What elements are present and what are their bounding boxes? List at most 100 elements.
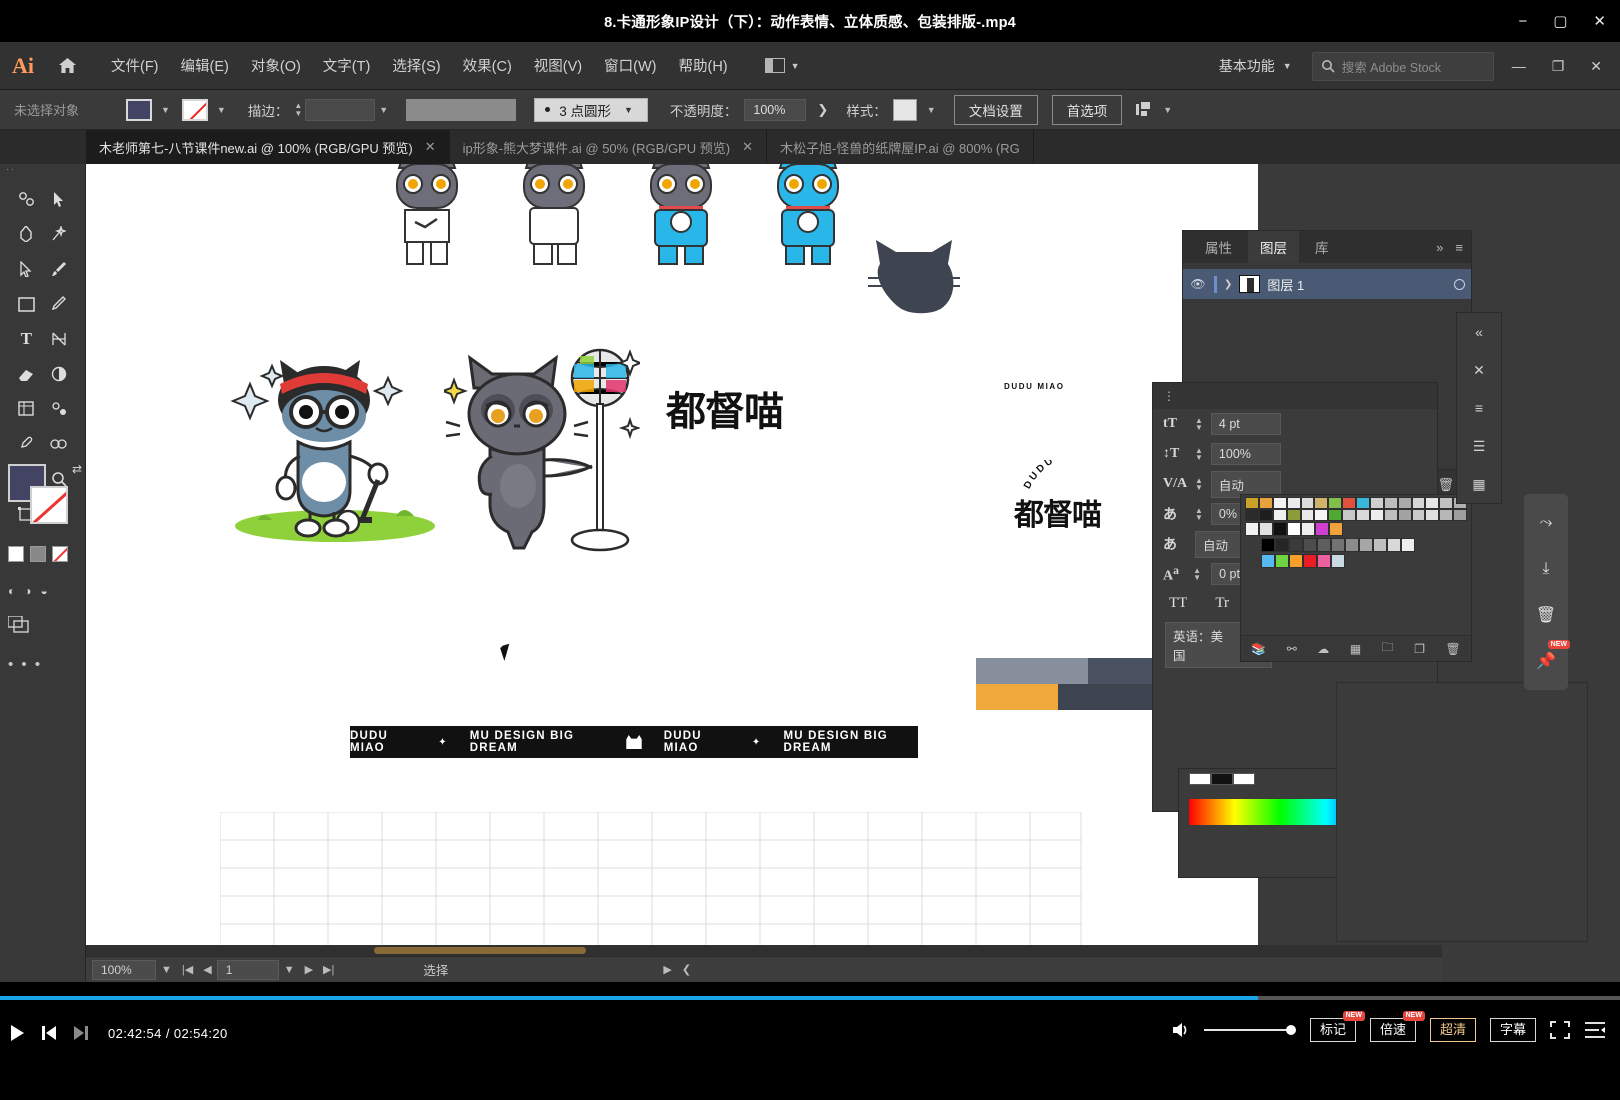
stroke-indicator[interactable] [30,486,68,524]
graphic-style-group[interactable]: 样式： ▼ [846,99,939,121]
swatch[interactable] [1259,522,1273,536]
duplicate-swatch-icon[interactable]: ❐ [1414,642,1425,656]
rectangle-tool[interactable] [10,291,43,317]
panel-grip[interactable]: ·· [0,164,85,180]
chevron-down-icon[interactable]: ▼ [923,105,940,115]
secondary-panel-stub[interactable] [1336,682,1588,942]
panel-menu-icon[interactable]: ≡ [1457,389,1501,427]
disco-ball-pole[interactable] [560,346,640,556]
speed-button[interactable]: 倍速 NEW [1370,1018,1416,1042]
swatch[interactable] [1273,522,1287,536]
new-color-group-icon[interactable]: ▦ [1350,642,1361,656]
leading-stepper[interactable]: ▲▼ [1195,417,1203,431]
status-expand-icon[interactable]: ▶ [658,963,676,976]
swatch[interactable] [1439,509,1453,521]
draw-inside-icon[interactable]: ◒ [41,584,48,598]
leading-field[interactable]: 4 pt [1211,413,1281,435]
stroke-swatch-group[interactable]: ▼ [182,99,230,121]
vertical-scale-stepper[interactable]: ▲▼ [1195,447,1203,461]
download-icon[interactable]: ⤓ [1524,546,1568,592]
cat-figure-nike[interactable] [381,164,473,274]
app-restore-button[interactable]: ❐ [1544,58,1573,75]
artboard[interactable]: 都督喵 DUDU MIAO DUDU MIAO ✦ 都督喵 [86,164,1258,974]
swatch[interactable] [1370,497,1384,509]
scrollbar-thumb[interactable] [374,947,586,954]
eye-icon[interactable]: 👁 [1189,277,1207,291]
align-dropdown[interactable]: ▼ [1136,102,1176,117]
mark-button[interactable]: 标记 NEW [1310,1018,1356,1042]
swatch[interactable] [1287,509,1301,521]
swatch[interactable] [1259,497,1273,509]
status-collapse-icon[interactable]: ❮ [677,963,696,976]
swatch[interactable] [1275,554,1289,568]
black-swatch[interactable] [1211,773,1233,785]
menu-view[interactable]: 视图(V) [525,50,591,81]
menu-select[interactable]: 选择(S) [383,50,449,81]
swatch[interactable] [1342,509,1356,521]
app-minimize-button[interactable]: — [1504,58,1534,74]
home-icon[interactable] [46,57,88,74]
swatch[interactable] [1315,522,1329,536]
tab-properties[interactable]: 属性 [1193,231,1244,263]
document-tab-2[interactable]: ip形象-熊大梦课件.ai @ 50% (RGB/GPU 预览) ✕ [450,130,767,164]
swatch[interactable] [1356,497,1370,509]
layer-name[interactable]: 图层 1 [1267,275,1447,294]
magic-wand-tool[interactable] [10,186,43,212]
chevron-down-icon[interactable]: ▼ [157,105,174,115]
shape-builder-tool[interactable] [10,396,43,422]
share-icon[interactable]: ⤳ [1524,500,1568,546]
swatch[interactable] [1370,509,1384,521]
logo-text-main[interactable]: 都督喵 [666,392,783,432]
menu-object[interactable]: 对象(O) [242,50,310,81]
chevron-down-icon[interactable]: ▼ [156,964,177,976]
fill-swatch-group[interactable]: ▼ [126,99,174,121]
swatch[interactable] [1301,522,1315,536]
draw-normal-icon[interactable]: ◐ [8,584,15,598]
tracking-stepper[interactable]: ▲▼ [1195,477,1203,491]
playlist-icon[interactable] [1584,1021,1606,1039]
color-group-icon[interactable]: ☁ [1317,642,1329,656]
swatch[interactable] [1401,538,1415,552]
close-icon[interactable]: ✕ [1593,14,1606,29]
style-swatch[interactable] [893,99,917,121]
close-icon[interactable]: ✕ [425,139,436,155]
swatch[interactable] [1398,509,1412,521]
swatch[interactable] [1384,497,1398,509]
cat-figure-white[interactable] [508,164,600,274]
swatch[interactable] [1289,554,1303,568]
panel-dock-strip[interactable]: « ✕ ≡ ☰ ▦ [1456,312,1502,504]
selection-tool[interactable] [43,186,76,212]
swatch[interactable] [1301,509,1315,521]
progress-bar[interactable] [0,996,1620,1000]
dudu-miao-label[interactable]: DUDU MIAO [1004,382,1065,391]
swatch[interactable] [1245,509,1259,521]
maximize-icon[interactable]: ▢ [1553,14,1567,29]
cat-sprite-row[interactable] [381,164,854,274]
swatch[interactable] [1287,497,1301,509]
swatch[interactable] [1329,522,1343,536]
arrange-documents-button[interactable]: ▼ [765,58,800,73]
type-tool[interactable]: T [10,326,43,352]
vertical-scale-field[interactable]: 100% [1211,443,1281,465]
paintbrush-tool[interactable] [43,256,76,282]
swatch[interactable] [1356,509,1370,521]
panel-collapse-icon[interactable]: « [1457,313,1501,351]
swatch[interactable] [1328,509,1342,521]
chevron-right-icon[interactable]: ❯ [813,102,828,118]
target-indicator-icon[interactable] [1454,279,1465,290]
swatch[interactable] [1259,509,1273,521]
stroke-weight-stepper[interactable]: ▲▼ [294,102,302,117]
zoom-level-field[interactable]: 100% [92,960,156,980]
volume-slider[interactable] [1204,1025,1296,1035]
close-icon[interactable]: ✕ [742,139,753,155]
menu-help[interactable]: 帮助(H) [669,50,736,81]
new-swatch-icon[interactable]: 🗀 [1382,638,1394,659]
stroke-weight-field[interactable] [305,99,375,121]
chevron-down-icon[interactable]: ▼ [375,105,392,115]
chevron-down-icon[interactable]: ▼ [213,105,230,115]
blend-tool[interactable] [43,431,76,457]
swatch[interactable] [1342,497,1356,509]
volume-knob[interactable] [1286,1025,1296,1035]
none-swatch[interactable] [1189,773,1211,785]
next-icon[interactable] [73,1025,88,1041]
